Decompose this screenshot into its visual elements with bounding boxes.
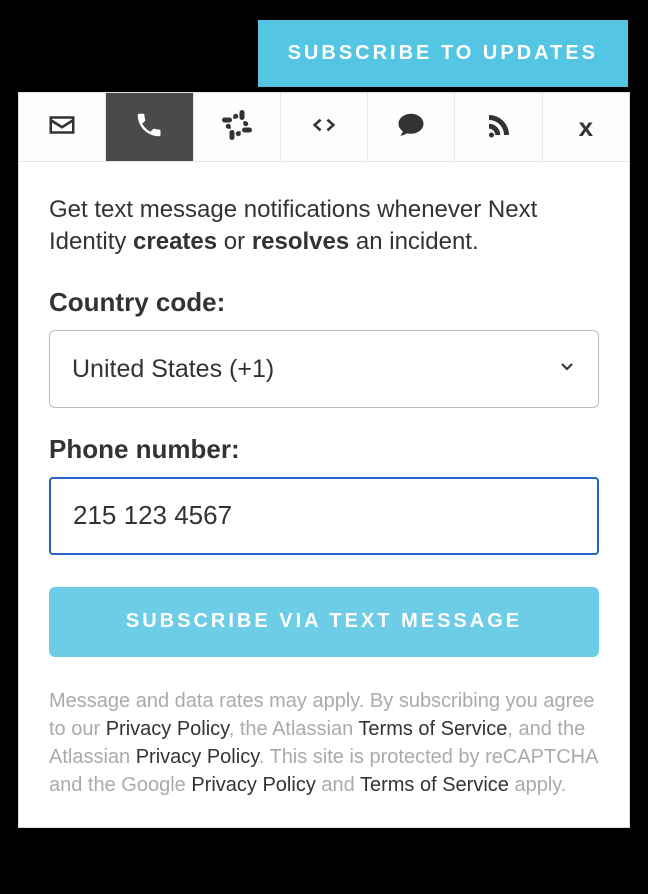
footer-text-5: and bbox=[316, 774, 360, 796]
subscribe-panel: x Get text message notifications wheneve… bbox=[18, 92, 630, 828]
slack-icon bbox=[222, 110, 252, 145]
country-code-select[interactable]: United States (+1) bbox=[49, 330, 599, 408]
tab-support[interactable] bbox=[368, 93, 455, 161]
tab-slack[interactable] bbox=[194, 93, 281, 161]
intro-creates: creates bbox=[133, 228, 217, 255]
tab-email[interactable] bbox=[19, 93, 106, 161]
tab-close[interactable]: x bbox=[543, 93, 629, 161]
country-select-wrap: United States (+1) bbox=[49, 330, 599, 408]
intro-text: Get text message notifications whenever … bbox=[49, 194, 599, 259]
country-code-label: Country code: bbox=[49, 287, 599, 318]
google-privacy-link[interactable]: Privacy Policy bbox=[191, 774, 315, 796]
panel-content: Get text message notifications whenever … bbox=[19, 162, 629, 827]
privacy-policy-link[interactable]: Privacy Policy bbox=[106, 718, 229, 740]
atlassian-privacy-link[interactable]: Privacy Policy bbox=[136, 746, 259, 768]
subscribe-tabs: x bbox=[19, 93, 629, 162]
intro-resolves: resolves bbox=[252, 228, 349, 255]
rss-icon bbox=[484, 110, 514, 145]
intro-mid: or bbox=[217, 228, 252, 255]
subscribe-updates-button[interactable]: SUBSCRIBE TO UPDATES bbox=[258, 20, 628, 87]
subscribe-text-button[interactable]: SUBSCRIBE VIA TEXT MESSAGE bbox=[49, 587, 599, 657]
footer-disclaimer: Message and data rates may apply. By sub… bbox=[49, 687, 599, 799]
code-icon bbox=[309, 110, 339, 145]
tab-webhook[interactable] bbox=[281, 93, 368, 161]
tab-phone[interactable] bbox=[106, 93, 193, 161]
close-icon: x bbox=[579, 112, 593, 143]
google-terms-link[interactable]: Terms of Service bbox=[360, 774, 509, 796]
terms-of-service-link[interactable]: Terms of Service bbox=[358, 718, 507, 740]
email-icon bbox=[47, 110, 77, 145]
footer-text-2: , the Atlassian bbox=[229, 718, 359, 740]
phone-number-label: Phone number: bbox=[49, 434, 599, 465]
chat-icon bbox=[396, 110, 426, 145]
phone-number-input[interactable] bbox=[49, 477, 599, 555]
intro-suffix: an incident. bbox=[349, 228, 478, 255]
footer-text-6: apply. bbox=[509, 774, 566, 796]
tab-rss[interactable] bbox=[455, 93, 542, 161]
phone-icon bbox=[134, 110, 164, 145]
